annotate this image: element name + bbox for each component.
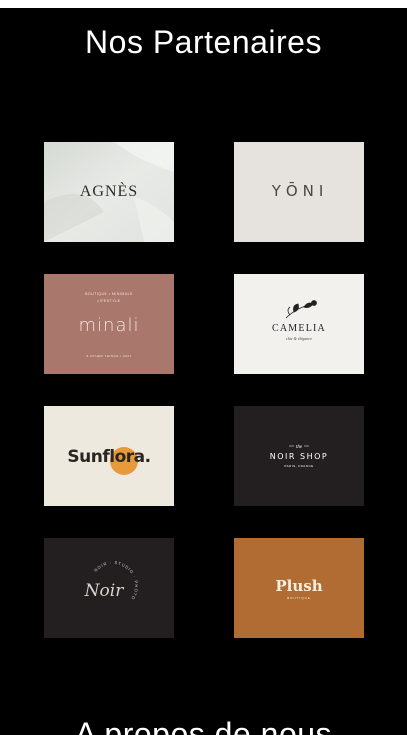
partner-logo-agnes[interactable]: AGNÈS bbox=[44, 142, 174, 242]
partner-logo-camelia[interactable]: CAMELIA chic & élégance bbox=[234, 274, 364, 374]
minali-top-text-2: LIFESTYLE bbox=[98, 299, 121, 303]
minali-logo-text: minali bbox=[79, 315, 140, 336]
noir-shop-bottom-text: PARIS, FRANCE bbox=[284, 464, 313, 468]
sunflora-logo-image: Sunflora. bbox=[44, 406, 174, 506]
noir-shop-logo-image: the NOIR SHOP PARIS, FRANCE bbox=[234, 406, 364, 506]
partners-section-title: Nos Partenaires bbox=[85, 24, 322, 60]
noir-logo-image: NOIR · STUDIO · PHOTO Noir bbox=[44, 538, 174, 638]
noir-shop-top-text: the bbox=[296, 445, 303, 450]
partner-logo-minali[interactable]: BOUTIQUE • MINIMALE LIFESTYLE minali & O… bbox=[44, 274, 174, 374]
camelia-logo-image: CAMELIA chic & élégance bbox=[234, 274, 364, 374]
partner-logo-noir[interactable]: NOIR · STUDIO · PHOTO Noir bbox=[44, 538, 174, 638]
plush-bottom-text: BOUTIQUE bbox=[287, 596, 311, 600]
agnes-logo-text: AGNÈS bbox=[80, 181, 138, 200]
partner-logo-sunflora[interactable]: Sunflora. bbox=[44, 406, 174, 506]
noir-logo-text: Noir bbox=[84, 581, 125, 601]
about-section-title: A propos de nous bbox=[74, 716, 333, 735]
yoni-logo-image: YŌNI bbox=[234, 142, 364, 242]
noir-shop-logo-text: NOIR SHOP bbox=[270, 452, 328, 461]
minali-bottom-text: & OTHER THINGS • 2021 bbox=[86, 354, 131, 358]
partner-logo-plush[interactable]: Plush BOUTIQUE bbox=[234, 538, 364, 638]
top-strip bbox=[0, 0, 407, 8]
camelia-logo-text: CAMELIA bbox=[272, 323, 326, 334]
agnes-logo-image: AGNÈS bbox=[44, 142, 174, 242]
sunflora-logo-text: Sunflora. bbox=[67, 447, 150, 467]
partner-logo-noir-shop[interactable]: the NOIR SHOP PARIS, FRANCE bbox=[234, 406, 364, 506]
plush-logo-image: Plush BOUTIQUE bbox=[234, 538, 364, 638]
camelia-tagline: chic & élégance bbox=[286, 336, 312, 341]
minali-logo-image: BOUTIQUE • MINIMALE LIFESTYLE minali & O… bbox=[44, 274, 174, 374]
minali-top-text: BOUTIQUE • MINIMALE bbox=[85, 292, 133, 296]
yoni-logo-text: YŌNI bbox=[271, 181, 329, 200]
plush-logo-text: Plush bbox=[275, 577, 322, 595]
partner-logo-yoni[interactable]: YŌNI bbox=[234, 142, 364, 242]
